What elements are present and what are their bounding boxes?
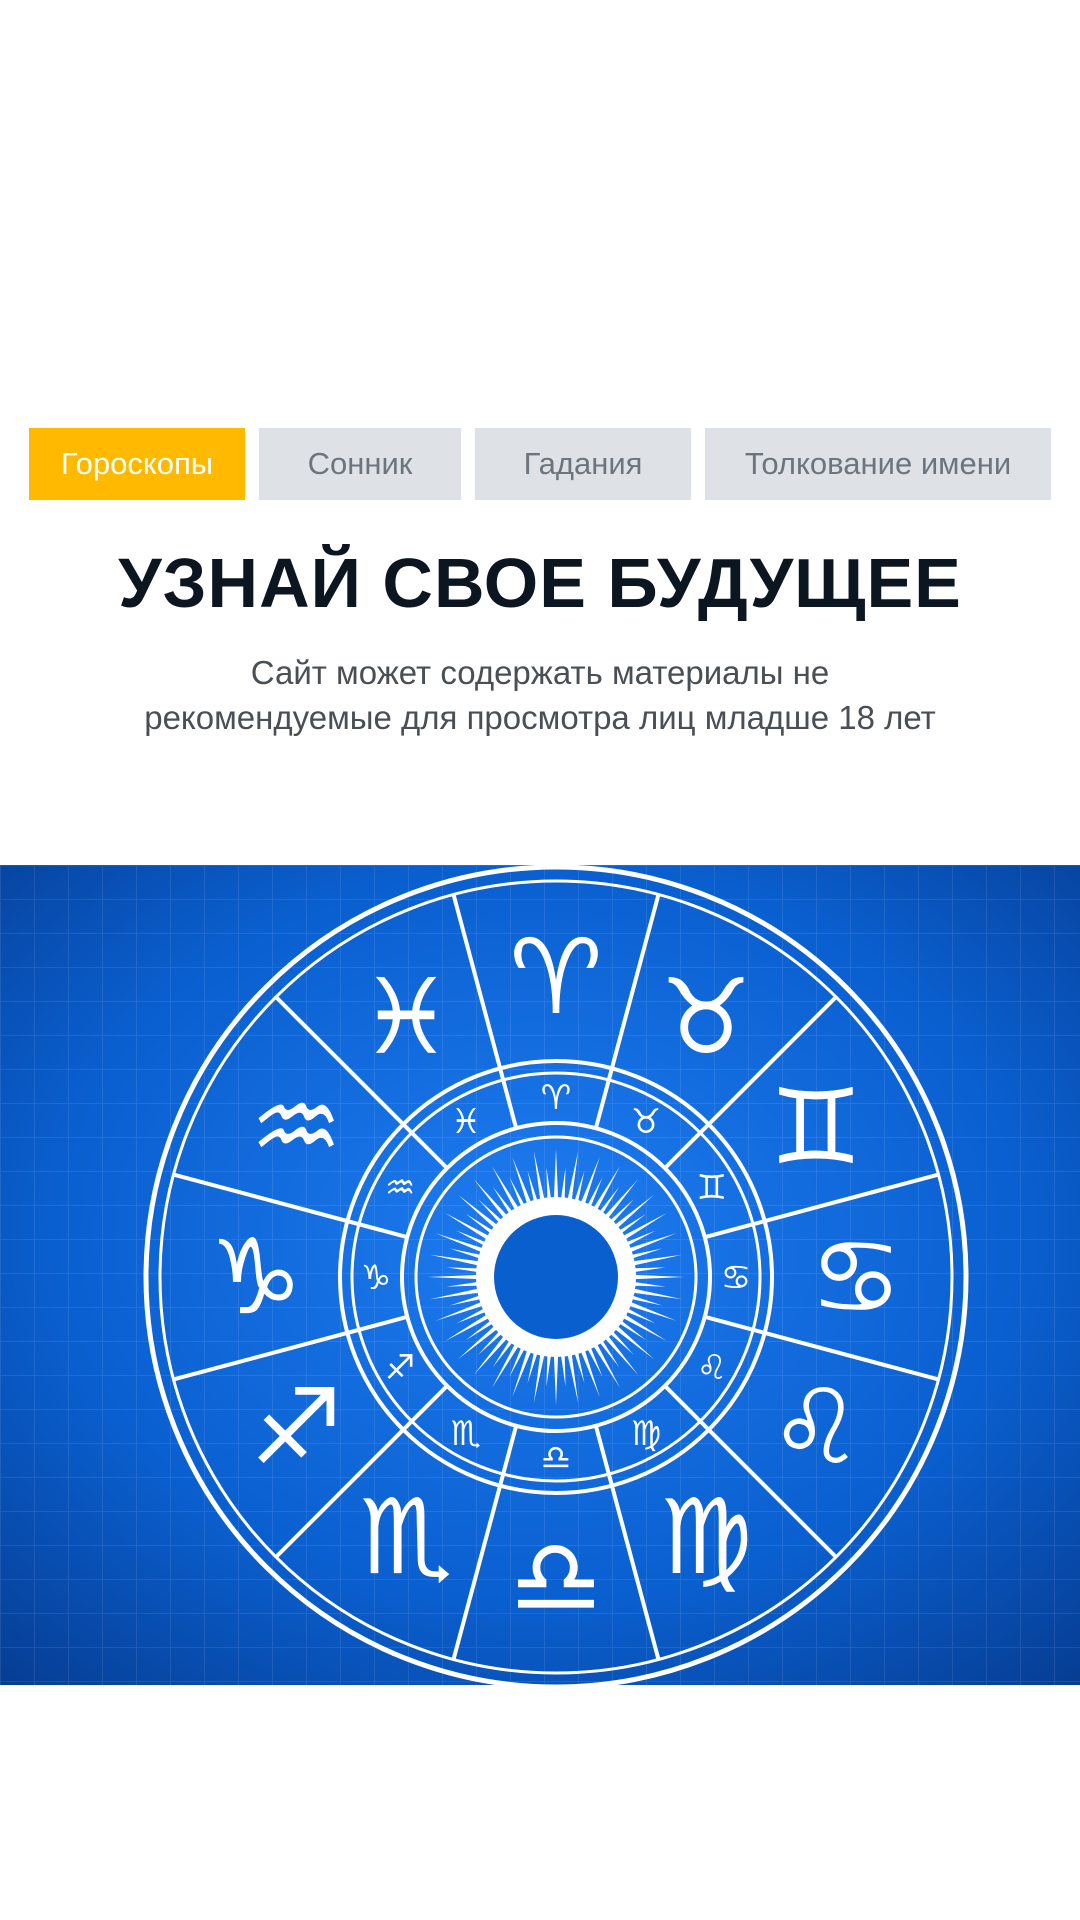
zodiac-figure: ♑	[209, 1216, 302, 1338]
zodiac-figure: ♌	[769, 1366, 862, 1488]
age-warning-text: Сайт может содержать материалы не рекоме…	[90, 650, 990, 740]
page-title: УЗНАЙ СВОЕ БУДУЩЕЕ	[118, 544, 962, 622]
tab-horoscopes[interactable]: Гороскопы	[29, 428, 245, 500]
tab-dream-book[interactable]: Сонник	[259, 428, 461, 500]
zodiac-glyph: ♒	[385, 1168, 415, 1208]
sun-center	[494, 1215, 618, 1339]
zodiac-glyph: ♑	[361, 1258, 391, 1298]
zodiac-glyph: ♏	[451, 1414, 481, 1454]
tab-divination[interactable]: Гадания	[475, 428, 691, 500]
age-warning-line-1: Сайт может содержать материалы не	[250, 654, 830, 691]
zodiac-figure: ♉	[659, 956, 752, 1078]
zodiac-figure: ♏	[359, 1476, 452, 1598]
zodiac-glyph: ♈	[541, 1078, 571, 1118]
zodiac-glyph: ♎	[541, 1438, 571, 1478]
page: Гороскопы Сонник Гадания Толкование имен…	[0, 0, 1080, 1920]
zodiac-wheel-illustration: ♈♈♉♉♊ ♊♋ ♋♌ ♌♍♍♎♎♏♏♐♐♑♑♒♒ ♓♓	[0, 865, 1080, 1685]
category-tabs: Гороскопы Сонник Гадания Толкование имен…	[29, 428, 1051, 500]
zodiac-figure: ♈	[509, 916, 602, 1038]
zodiac-glyph: ♍	[631, 1414, 661, 1454]
zodiac-figure: ♊	[769, 1066, 862, 1188]
zodiac-glyph: ♌	[697, 1348, 727, 1388]
zodiac-figure: ♋	[809, 1216, 902, 1338]
zodiac-glyph: ♋	[721, 1258, 751, 1298]
age-warning-line-2: рекомендуемые для просмотра лиц младше 1…	[144, 699, 936, 736]
zodiac-wheel-image: ♈ ♈ ♉ ♉ ♊ ♊ ♋ ♋ ♌ ♌ ♍ ♍ ♎ ♎ ♏ ♏ ♐ ♐ ♑ ♑ ♒ ♒ ♓ ♓	[0, 865, 1080, 1685]
zodiac-figure: ♎	[509, 1516, 602, 1638]
zodiac-glyph: ♉	[631, 1102, 661, 1142]
zodiac-glyph: ♊	[697, 1168, 727, 1208]
zodiac-figure: ♐	[250, 1366, 343, 1488]
zodiac-figure: ♍	[659, 1476, 752, 1598]
zodiac-figure: ♓	[359, 956, 452, 1078]
zodiac-glyph: ♐	[385, 1348, 415, 1388]
zodiac-figure: ♒	[250, 1066, 343, 1188]
tab-name-meaning[interactable]: Толкование имени	[705, 428, 1051, 500]
zodiac-glyph: ♓	[451, 1102, 481, 1142]
